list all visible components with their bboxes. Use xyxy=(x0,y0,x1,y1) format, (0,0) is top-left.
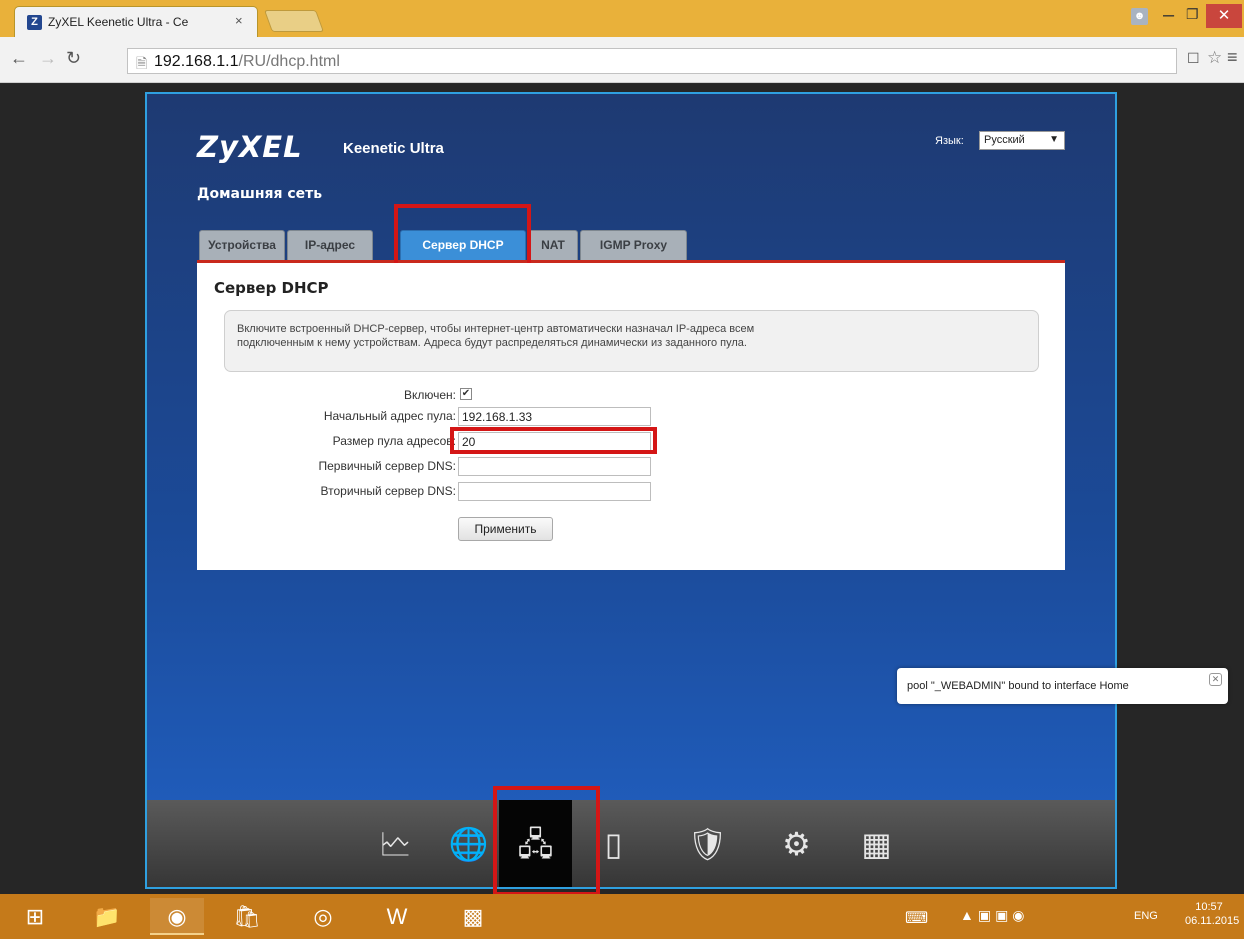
clock-date: 06.11.2015 xyxy=(1185,915,1240,927)
language-select[interactable]: Русский ▼ xyxy=(979,131,1065,150)
router-admin-frame: ZyXEL Keenetic Ultra Язык: Русский ▼ Дом… xyxy=(145,92,1117,889)
notification-text: pool "_WEBADMIN" bound to interface Home xyxy=(907,680,1129,692)
page-icon: 🗎 xyxy=(136,55,148,71)
bottom-nav-bar: 🗠 🌐 🖧 ▯ 🛡 ⚙ ▦ xyxy=(147,800,1115,887)
notification-toast: pool "_WEBADMIN" bound to interface Home… xyxy=(897,668,1228,704)
highlight-box-pool-size xyxy=(450,427,657,454)
dns-secondary-input[interactable] xyxy=(458,482,651,501)
store-icon[interactable]: 🛍 xyxy=(220,898,274,935)
word-icon[interactable]: W xyxy=(370,898,424,935)
keyboard-icon[interactable]: ⌨ xyxy=(905,908,928,928)
tab-close-icon[interactable]: × xyxy=(235,13,243,28)
apply-button[interactable]: Применить xyxy=(458,517,553,541)
translate-icon[interactable]: ☐ xyxy=(1187,50,1200,67)
windows-taskbar: ⊞ 📁 ◉ 🛍 ◎ W ▩ ⌨ ▲▣▣◉ ENG 10:57 06.11.201… xyxy=(0,894,1244,939)
notification-close-icon[interactable]: ✕ xyxy=(1209,673,1222,686)
url-path: /RU/dhcp.html xyxy=(238,53,340,70)
back-arrow-icon[interactable]: ← xyxy=(10,48,28,69)
monitor-chart-icon: 🗠 xyxy=(379,826,412,862)
url-host: 192.168.1.1 xyxy=(154,53,239,70)
panel-title: Сервер DHCP xyxy=(214,279,329,297)
language-value: Русский xyxy=(984,134,1025,146)
file-explorer-icon[interactable]: 📁 xyxy=(80,898,134,935)
remote-desktop-icon[interactable]: ▩ xyxy=(446,898,500,935)
nav-apps[interactable]: ▦ xyxy=(840,800,913,887)
pool-start-label: Начальный адрес пула: xyxy=(323,409,456,423)
dhcp-settings-panel: Сервер DHCP Включите встроенный DHCP-сер… xyxy=(197,263,1065,570)
info-box: Включите встроенный DHCP-сервер, чтобы и… xyxy=(224,310,1039,372)
browser-tab[interactable]: Z ZyXEL Keenetic Ultra - Се × xyxy=(14,6,258,37)
nav-monitor[interactable]: 🗠 xyxy=(359,800,432,887)
input-language[interactable]: ENG xyxy=(1134,910,1158,922)
nav-system[interactable]: ⚙ xyxy=(760,800,833,887)
nav-security[interactable]: 🛡 xyxy=(671,800,744,887)
section-heading: Домашняя сеть xyxy=(197,186,323,202)
bookmark-star-icon[interactable]: ☆ xyxy=(1207,48,1222,68)
reload-icon[interactable]: ↻ xyxy=(66,48,81,69)
highlight-box-home-network xyxy=(493,786,600,896)
dns-primary-label: Первичный сервер DNS: xyxy=(318,459,456,473)
info-text-line-2: подключенным к нему устройствам. Адреса … xyxy=(237,337,747,349)
url-text: 192.168.1.1/RU/dhcp.html xyxy=(154,53,340,71)
address-bar[interactable]: 🗎 192.168.1.1/RU/dhcp.html xyxy=(127,48,1177,74)
maximize-button[interactable]: ❐ xyxy=(1186,6,1199,23)
eye-app-icon[interactable]: ◎ xyxy=(296,898,350,935)
zyxel-favicon-icon: Z xyxy=(27,15,42,30)
tab-ip-address[interactable]: IP-адрес xyxy=(287,230,373,260)
apps-grid-icon: ▦ xyxy=(861,826,892,862)
system-gear-icon: ⚙ xyxy=(782,826,811,862)
clock-time: 10:57 xyxy=(1195,901,1223,913)
info-text-line-1: Включите встроенный DHCP-сервер, чтобы и… xyxy=(237,323,755,335)
enabled-checkbox[interactable]: ✔ xyxy=(460,388,472,400)
minimize-button[interactable]: – xyxy=(1163,4,1174,27)
tab-nat[interactable]: NAT xyxy=(528,230,578,260)
new-tab-button[interactable] xyxy=(263,10,325,32)
chrome-icon[interactable]: ◉ xyxy=(150,898,204,935)
browser-toolbar: ← → ↻ 🗎 192.168.1.1/RU/dhcp.html ☐ ☆ ≡ xyxy=(0,37,1244,83)
browser-titlebar: Z ZyXEL Keenetic Ultra - Се × ☻ – ❐ ✕ xyxy=(0,0,1244,37)
enabled-label: Включен: xyxy=(403,388,456,402)
close-window-button[interactable]: ✕ xyxy=(1206,4,1242,28)
tray-status-icons[interactable]: ▲▣▣◉ xyxy=(960,907,1029,924)
clock[interactable]: 10:57 06.11.2015 xyxy=(1185,900,1240,928)
dropdown-arrow-icon: ▼ xyxy=(1049,134,1059,145)
zyxel-logo: ZyXEL xyxy=(197,130,303,164)
pool-size-label: Размер пула адресов: xyxy=(332,434,456,448)
user-icon[interactable]: ☻ xyxy=(1131,8,1148,25)
tab-devices[interactable]: Устройства xyxy=(199,230,285,260)
windows-start-icon[interactable]: ⊞ xyxy=(8,898,62,935)
security-shield-icon: 🛡 xyxy=(687,826,728,862)
dns-primary-input[interactable] xyxy=(458,457,651,476)
language-label: Язык: xyxy=(935,135,964,147)
tab-title: ZyXEL Keenetic Ultra - Се xyxy=(48,15,189,29)
tab-igmp-proxy[interactable]: IGMP Proxy xyxy=(580,230,687,260)
menu-icon[interactable]: ≡ xyxy=(1227,47,1238,68)
pool-start-input[interactable] xyxy=(458,407,651,426)
forward-arrow-icon[interactable]: → xyxy=(39,48,57,69)
dns-secondary-label: Вторичный сервер DNS: xyxy=(320,484,457,498)
router-model: Keenetic Ultra xyxy=(343,140,444,157)
